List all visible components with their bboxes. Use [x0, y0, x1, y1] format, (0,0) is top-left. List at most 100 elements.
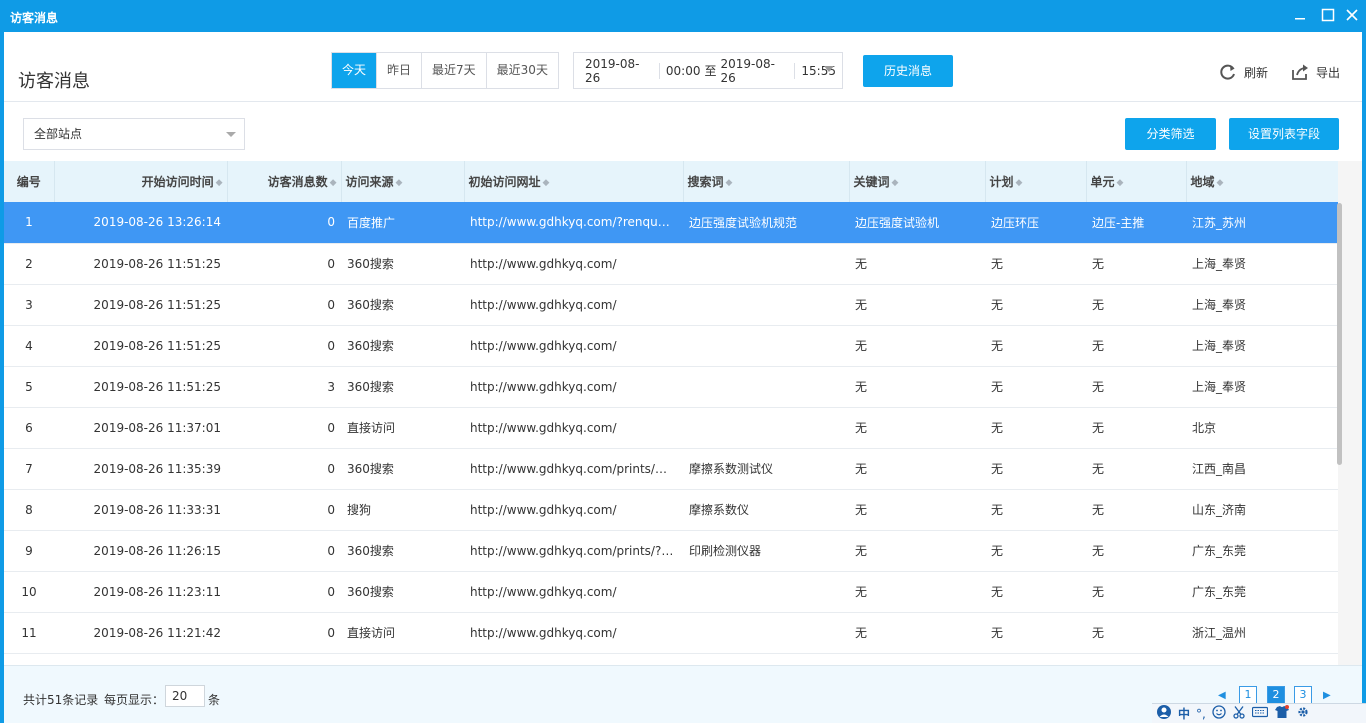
- cell-number: 7: [4, 448, 54, 490]
- scissors-icon[interactable]: [1232, 705, 1246, 722]
- set-list-fields-button[interactable]: 设置列表字段: [1229, 118, 1339, 150]
- cell-url: http://www.gdhkyq.com/: [464, 284, 683, 326]
- table-row[interactable]: 1 2019-08-26 13:26:14 0 百度推广 http://www.…: [4, 202, 1338, 244]
- total-records: 共计51条记录: [23, 693, 99, 707]
- column-header[interactable]: 计划 ◆: [985, 161, 1087, 202]
- cell-unit: 边压-主推: [1086, 202, 1186, 244]
- cell-plan: 无: [985, 407, 1086, 449]
- cell-unit: 无: [1086, 243, 1186, 285]
- prev-page-icon[interactable]: ◀: [1218, 690, 1226, 701]
- cell-keyword: 无: [849, 448, 985, 490]
- cell-region: 江苏_苏州: [1186, 202, 1338, 244]
- date-range-picker[interactable]: 2019-08-26 00:00 至 2019-08-26 15:55: [573, 52, 843, 89]
- tab-last-7-days[interactable]: 最近7天: [422, 53, 487, 88]
- skin-icon[interactable]: [1274, 705, 1290, 722]
- date-range-tabs: 今天 昨日 最近7天 最近30天: [331, 52, 559, 89]
- sort-icon: ◆: [329, 177, 337, 188]
- cell-keyword: 边压强度试验机: [849, 202, 985, 244]
- table-row[interactable]: 6 2019-08-26 11:37:01 0 直接访问 http://www.…: [4, 407, 1338, 449]
- table-row[interactable]: 5 2019-08-26 11:51:25 3 360搜索 http://www…: [4, 366, 1338, 408]
- table-row[interactable]: 4 2019-08-26 11:51:25 0 360搜索 http://www…: [4, 325, 1338, 367]
- cell-plan: 无: [985, 366, 1086, 408]
- cell-number: 6: [4, 407, 54, 449]
- cell-unit: 无: [1086, 489, 1186, 531]
- cell-source: 直接访问: [341, 612, 464, 654]
- per-page-input[interactable]: 20: [165, 685, 205, 707]
- tab-last-30-days[interactable]: 最近30天: [486, 53, 558, 88]
- cell-source: 百度推广: [341, 202, 464, 244]
- cell-search-term: [683, 284, 849, 326]
- cell-search-term: [683, 243, 849, 285]
- cell-url: http://www.gdhkyq.com/: [464, 571, 683, 613]
- category-filter-button[interactable]: 分类筛选: [1125, 118, 1216, 150]
- tab-today[interactable]: 今天: [332, 53, 378, 88]
- cell-message-count: 3: [227, 366, 341, 408]
- page-button-current[interactable]: 2: [1267, 686, 1285, 704]
- close-icon[interactable]: [1342, 5, 1362, 25]
- ime-toolbar: 中 °,: [1152, 703, 1366, 723]
- cell-unit: 无: [1086, 571, 1186, 613]
- column-header[interactable]: 访客消息数 ◆: [227, 161, 342, 202]
- page-button[interactable]: 1: [1239, 686, 1257, 704]
- cell-source: 搜狗: [341, 489, 464, 531]
- keyboard-icon[interactable]: [1251, 706, 1268, 721]
- cell-number: 9: [4, 530, 54, 572]
- cell-plan: 无: [985, 530, 1086, 572]
- column-header[interactable]: 开始访问时间 ◆: [54, 161, 228, 202]
- settings-gear-icon[interactable]: [1296, 705, 1310, 722]
- cell-search-term: 边压强度试验机规范: [683, 202, 849, 244]
- next-page-icon[interactable]: ▶: [1323, 690, 1331, 701]
- column-header[interactable]: 访问来源 ◆: [341, 161, 465, 202]
- cell-keyword: 无: [849, 407, 985, 449]
- page-header: 访客消息 今天 昨日 最近7天 最近30天 2019-08-26 00:00 至…: [4, 32, 1362, 102]
- column-header[interactable]: 搜索词 ◆: [683, 161, 850, 202]
- maximize-icon[interactable]: [1318, 5, 1338, 25]
- cell-keyword: 无: [849, 530, 985, 572]
- cell-url: http://www.gdhkyq.com/: [464, 407, 683, 449]
- ime-punct[interactable]: °,: [1196, 707, 1206, 721]
- table-row[interactable]: 3 2019-08-26 11:51:25 0 360搜索 http://www…: [4, 284, 1338, 326]
- table-row[interactable]: 2 2019-08-26 11:51:25 0 360搜索 http://www…: [4, 243, 1338, 285]
- export-button[interactable]: 导出: [1290, 62, 1340, 82]
- site-select[interactable]: 全部站点: [23, 118, 245, 150]
- cell-search-term: 摩擦系数仪: [683, 489, 849, 531]
- cell-start-time: 2019-08-26 11:51:25: [54, 243, 227, 285]
- chevron-down-icon: [226, 132, 236, 137]
- cell-url: http://www.gdhkyq.com/: [464, 325, 683, 367]
- cell-url: http://www.gdhkyq.com/?renqun_...: [464, 202, 683, 244]
- table-row[interactable]: 9 2019-08-26 11:26:15 0 360搜索 http://www…: [4, 530, 1338, 572]
- tab-yesterday[interactable]: 昨日: [377, 53, 423, 88]
- refresh-button[interactable]: 刷新: [1218, 62, 1268, 82]
- column-header[interactable]: 单元 ◆: [1086, 161, 1187, 202]
- cell-unit: 无: [1086, 284, 1186, 326]
- cell-region: 上海_奉贤: [1186, 284, 1338, 326]
- ime-mode[interactable]: 中: [1178, 705, 1190, 722]
- table-row[interactable]: 8 2019-08-26 11:33:31 0 搜狗 http://www.gd…: [4, 489, 1338, 531]
- table-row[interactable]: 7 2019-08-26 11:35:39 0 360搜索 http://www…: [4, 448, 1338, 490]
- table-row[interactable]: 10 2019-08-26 11:23:11 0 360搜索 http://ww…: [4, 571, 1338, 613]
- column-header[interactable]: 初始访问网址 ◆: [464, 161, 684, 202]
- history-messages-button[interactable]: 历史消息: [863, 55, 953, 87]
- table-row[interactable]: 11 2019-08-26 11:21:42 0 直接访问 http://www…: [4, 612, 1338, 654]
- column-header[interactable]: 关键词 ◆: [849, 161, 986, 202]
- emoji-icon[interactable]: [1212, 705, 1226, 722]
- export-icon: [1292, 64, 1308, 80]
- cell-number: 1: [4, 202, 54, 244]
- cell-source: 360搜索: [341, 284, 464, 326]
- column-header[interactable]: 地域 ◆: [1186, 161, 1338, 202]
- cell-start-time: 2019-08-26 11:51:25: [54, 284, 227, 326]
- ime-logo-icon[interactable]: [1156, 704, 1172, 723]
- cell-start-time: 2019-08-26 13:26:14: [54, 202, 227, 244]
- cell-number: 10: [4, 571, 54, 613]
- scrollbar-thumb[interactable]: [1337, 203, 1342, 465]
- per-page-label: 每页显示：: [104, 693, 165, 707]
- sort-icon: ◆: [1216, 177, 1224, 188]
- page-button[interactable]: 3: [1294, 686, 1312, 704]
- cell-plan: 无: [985, 448, 1086, 490]
- minimize-icon[interactable]: [1290, 5, 1310, 25]
- column-header[interactable]: 编号: [4, 161, 55, 202]
- refresh-label: 刷新: [1244, 65, 1269, 80]
- cell-search-term: [683, 325, 849, 367]
- cell-source: 360搜索: [341, 325, 464, 367]
- cell-url: http://www.gdhkyq.com/: [464, 366, 683, 408]
